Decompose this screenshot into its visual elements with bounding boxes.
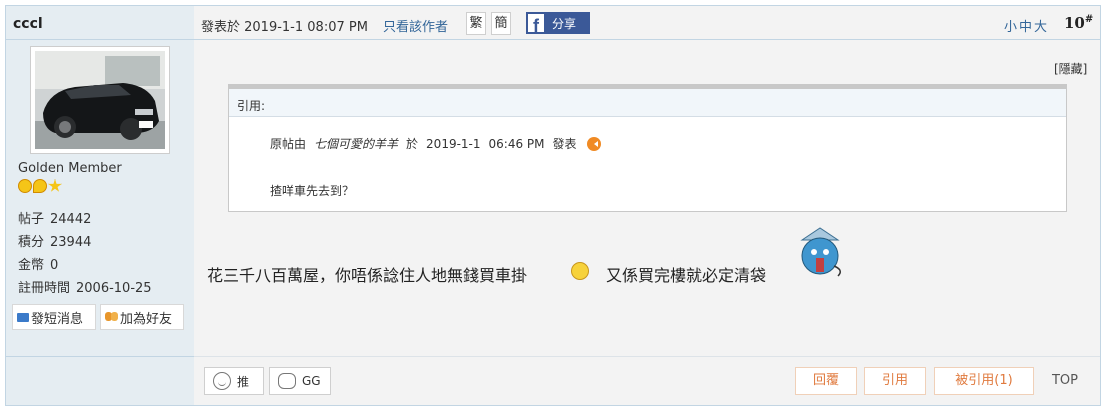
forum-post: cccl Golden Member 帖子 24442 積分 23944 金幣 … — [5, 5, 1101, 406]
only-author-link[interactable]: 只看該作者 — [383, 16, 448, 35]
gg-label: GG — [302, 374, 321, 388]
floor-suffix: # — [1084, 14, 1094, 25]
quote-meta: 原帖由 七個可愛的羊羊 於 2019-1-1 06:46 PM 發表 — [270, 135, 601, 152]
stat-value: 23944 — [50, 235, 92, 250]
facebook-icon: f — [526, 12, 546, 36]
push-label: 推 — [237, 374, 250, 389]
post-header: 發表於 2019-1-1 08:07 PM 只看該作者 繁 簡 f 分享 小中大… — [194, 6, 1100, 40]
sidebar-footer — [6, 356, 194, 405]
quote-title: 引用: — [237, 99, 266, 113]
stat-register-date: 註冊時間 2006-10-25 — [18, 277, 152, 296]
stat-label: 金幣 — [18, 258, 45, 273]
user-header: cccl — [6, 6, 194, 40]
rank-stars — [18, 179, 62, 193]
quote-text: 揸咩車先去到？ — [270, 184, 355, 198]
gg-button[interactable]: GG — [269, 367, 331, 395]
quote-header: 引用: — [229, 85, 1066, 117]
simplified-chinese-button[interactable]: 簡 — [491, 12, 511, 35]
avatar-car-image — [35, 51, 165, 149]
character-emoticon-icon — [800, 227, 841, 277]
add-friend-button[interactable]: 加為好友 — [100, 304, 184, 330]
star-icon — [48, 179, 62, 192]
floor-value: 10 — [1064, 14, 1085, 32]
facebook-share-button[interactable]: f 分享 — [526, 12, 590, 36]
reply-button[interactable]: 回覆 — [795, 367, 857, 395]
goto-original-icon[interactable] — [586, 136, 601, 151]
stat-value: 0 — [50, 258, 59, 273]
quote-box: 引用: 原帖由 七個可愛的羊羊 於 2019-1-1 06:46 PM 發表 揸… — [228, 84, 1067, 212]
back-to-top-button[interactable]: TOP — [1037, 367, 1093, 395]
friends-icon — [105, 312, 118, 322]
stat-label: 註冊時間 — [18, 281, 71, 296]
post-footer: 推 GG 回覆 引用 被引用(1) TOP — [194, 356, 1100, 405]
stat-coins: 金幣 0 — [18, 254, 58, 273]
smile-emoticon-icon — [571, 262, 589, 280]
share-label: 分享 — [552, 16, 577, 31]
quote-prefix: 原帖由 — [270, 137, 307, 151]
post-body-text-2: 又係買完樓就必定清袋 — [606, 266, 767, 285]
sun-icon — [18, 179, 32, 193]
stat-points: 積分 23944 — [18, 231, 91, 250]
stat-posts: 帖子 24442 — [18, 208, 91, 227]
send-message-button[interactable]: 發短消息 — [12, 304, 96, 330]
hide-link[interactable]: [隱藏] — [1054, 60, 1087, 77]
traditional-chinese-button[interactable]: 繁 — [466, 12, 486, 35]
pig-face-icon — [278, 373, 296, 389]
avatar[interactable] — [30, 46, 170, 154]
add-friend-label: 加為好友 — [120, 311, 173, 327]
stat-value: 24442 — [50, 212, 92, 227]
quote-button[interactable]: 引用 — [864, 367, 926, 395]
stat-label: 積分 — [18, 235, 45, 250]
cited-by-button[interactable]: 被引用(1) — [934, 367, 1034, 395]
username-link[interactable]: cccl — [13, 16, 43, 32]
quote-posted: 發表 — [552, 137, 577, 151]
quote-date: 2019-1-1 — [426, 136, 481, 151]
post-body-text: 花三千八百萬屋，你唔係諗住人地無錢買車掛 — [207, 266, 528, 285]
mail-icon — [17, 312, 29, 322]
post-content: 發表於 2019-1-1 08:07 PM 只看該作者 繁 簡 f 分享 小中大… — [194, 6, 1100, 405]
quote-author[interactable]: 七個可愛的羊羊 — [314, 135, 398, 152]
stat-value: 2006-10-25 — [76, 281, 152, 296]
quote-time: 06:46 PM — [488, 136, 545, 151]
quote-on: 於 — [406, 137, 419, 151]
thumbs-face-icon — [213, 372, 231, 390]
font-size-links[interactable]: 小中大 — [1004, 16, 1049, 35]
user-rank: Golden Member — [18, 161, 122, 176]
user-sidebar: cccl Golden Member 帖子 24442 積分 23944 金幣 … — [6, 6, 194, 405]
post-timestamp: 發表於 2019-1-1 08:07 PM — [201, 20, 368, 35]
stat-label: 帖子 — [18, 212, 45, 227]
floor-number[interactable]: 10# — [1064, 14, 1093, 32]
moon-icon — [33, 179, 47, 193]
send-message-label: 發短消息 — [31, 311, 84, 327]
push-button[interactable]: 推 — [204, 367, 264, 395]
